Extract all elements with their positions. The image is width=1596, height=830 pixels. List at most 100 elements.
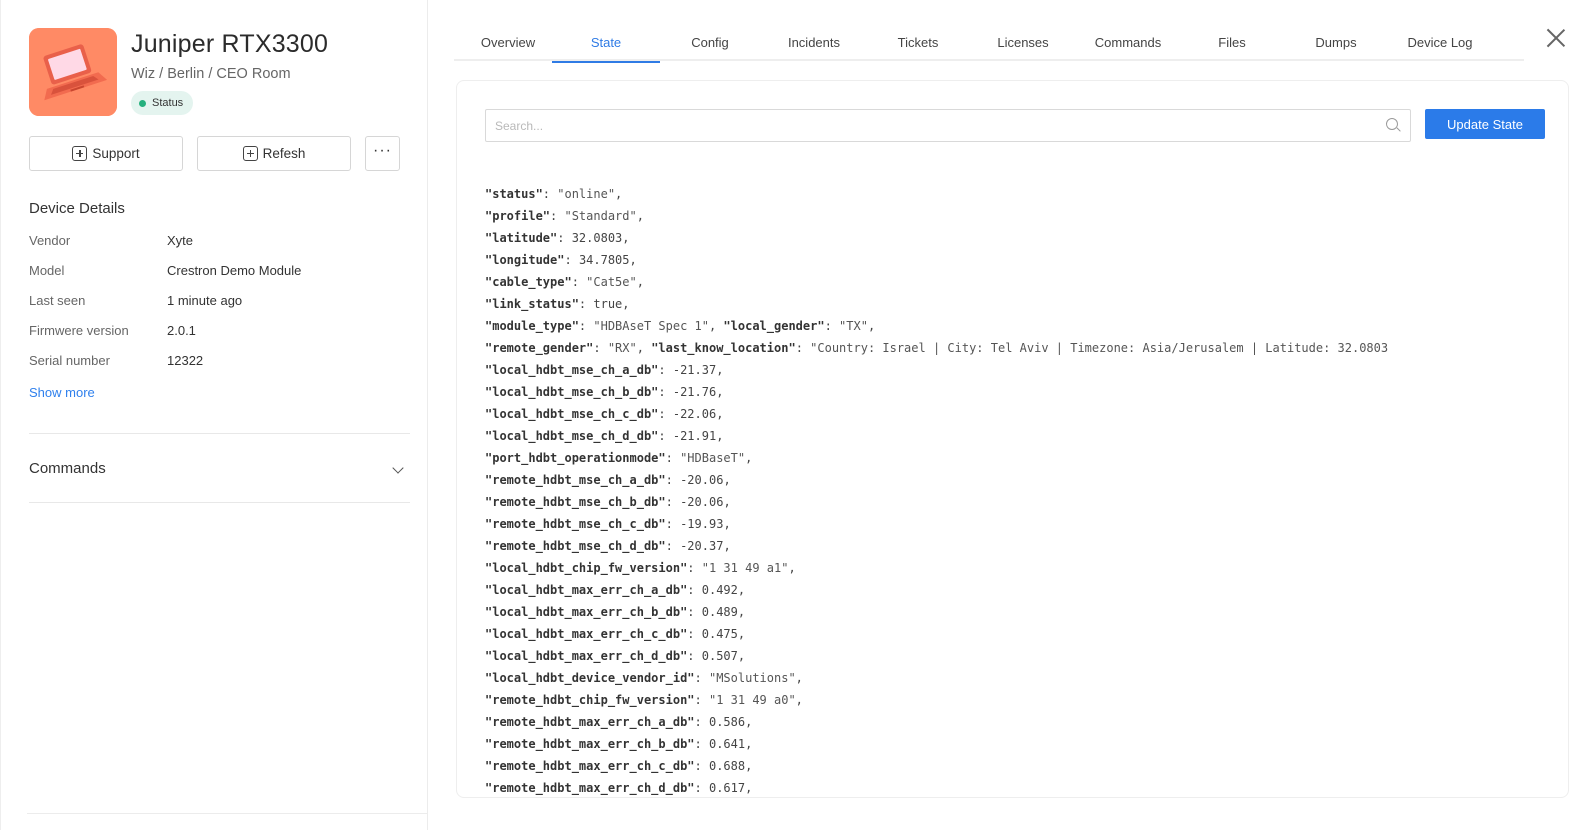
detail-value: 12322 [167, 353, 204, 368]
json-line: "module_type": "HDBAseT Spec 1", "local_… [485, 319, 876, 333]
json-value: "online" [557, 187, 616, 201]
refresh-button-label: Refesh [262, 146, 306, 161]
json-key: "local_hdbt_mse_ch_c_db" [485, 407, 659, 421]
tab-bar: Overview State Config Incidents Tickets Licen… [454, 25, 1524, 63]
json-key: "local_gender" [723, 319, 825, 333]
json-line: "port_hdbt_operationmode": "HDBaseT", [485, 451, 753, 465]
json-key: "longitude" [485, 253, 565, 267]
tab-dumps[interactable]: Dumps [1282, 25, 1390, 61]
search-input[interactable] [486, 110, 1366, 141]
json-value: "HDBAseT Spec 1" [593, 319, 709, 333]
json-value: -21.37 [672, 363, 717, 377]
json-line: "remote_hdbt_chip_fw_version": "1 31 49 … [485, 693, 803, 707]
show-more-link[interactable]: Show more [29, 385, 95, 400]
json-key: "local_hdbt_device_vendor_id" [485, 671, 695, 685]
json-key: "local_hdbt_max_err_ch_a_db" [485, 583, 688, 597]
detail-row: Last seen 1 minute ago [29, 293, 409, 313]
json-key: "remote_hdbt_mse_ch_c_db" [485, 517, 666, 531]
json-key: "link_status" [485, 297, 579, 311]
tab-licenses[interactable]: Licenses [969, 25, 1077, 61]
json-line: "local_hdbt_device_vendor_id": "MSolutio… [485, 671, 803, 685]
json-value: 0.688 [708, 759, 746, 773]
json-value: "1 31 49 a1" [701, 561, 789, 575]
json-key: "local_hdbt_mse_ch_a_db" [485, 363, 659, 377]
tab-config[interactable]: Config [656, 25, 764, 61]
json-value: "Cat5e" [586, 275, 637, 289]
json-value: -20.06 [680, 473, 724, 487]
json-value: "1 31 49 a0" [708, 693, 796, 707]
json-line: "local_hdbt_max_err_ch_a_db": 0.492, [485, 583, 746, 597]
tab-files[interactable]: Files [1178, 25, 1286, 61]
chevron-down-icon[interactable] [392, 462, 404, 474]
json-key: "remote_hdbt_max_err_ch_b_db" [485, 737, 695, 751]
json-line: "latitude": 32.0803, [485, 231, 630, 245]
json-key: "remote_hdbt_mse_ch_d_db" [485, 539, 666, 553]
state-json-viewer: "status": "online", "profile": "Standard"… [485, 183, 1555, 797]
tab-state[interactable]: State [552, 25, 660, 63]
json-line: "remote_hdbt_max_err_ch_b_db": 0.641, [485, 737, 753, 751]
json-key: "status" [485, 187, 543, 201]
json-line: "remote_hdbt_max_err_ch_a_db": 0.586, [485, 715, 753, 729]
detail-row: Serial number 12322 [29, 353, 409, 373]
search-box [485, 109, 1411, 142]
json-key: "module_type" [485, 319, 579, 333]
commands-section-title[interactable]: Commands [29, 460, 106, 477]
divider [27, 813, 427, 814]
detail-row: Vendor Xyte [29, 233, 409, 253]
refresh-button[interactable]: Refesh [197, 136, 351, 171]
status-badge-label: Status [152, 97, 184, 109]
status-dot-icon [139, 99, 146, 107]
support-button[interactable]: Support [29, 136, 183, 171]
json-line: "status": "online", [485, 187, 623, 201]
detail-value: 2.0.1 [167, 323, 196, 338]
json-value: 0.586 [708, 715, 746, 729]
json-value: "RX" [607, 341, 637, 355]
json-key: "local_hdbt_mse_ch_b_db" [485, 385, 659, 399]
json-key: "remote_hdbt_chip_fw_version" [485, 693, 695, 707]
close-icon[interactable] [1546, 28, 1566, 48]
more-actions-button[interactable]: ··· [365, 136, 400, 171]
json-value: "HDBaseT" [680, 451, 746, 465]
json-line: "longitude": 34.7805, [485, 253, 637, 267]
json-key: "last_know_location" [651, 341, 796, 355]
detail-label: Serial number [29, 353, 110, 368]
json-line: "local_hdbt_mse_ch_d_db": -21.91, [485, 429, 724, 443]
json-value: -22.06 [672, 407, 717, 421]
tab-commands[interactable]: Commands [1074, 25, 1182, 61]
json-value: 0.475 [701, 627, 738, 641]
status-badge: Status [131, 91, 194, 115]
json-line: "local_hdbt_max_err_ch_c_db": 0.475, [485, 627, 746, 641]
json-key: "local_hdbt_max_err_ch_d_db" [485, 649, 688, 663]
json-line: "local_hdbt_max_err_ch_b_db": 0.489, [485, 605, 746, 619]
device-location-breadcrumb: Wiz / Berlin / CEO Room [131, 66, 291, 82]
json-line: "local_hdbt_max_err_ch_d_db": 0.507, [485, 649, 746, 663]
json-value: -19.93 [680, 517, 724, 531]
tab-device-log[interactable]: Device Log [1386, 25, 1494, 61]
json-line: "local_hdbt_mse_ch_a_db": -21.37, [485, 363, 724, 377]
divider [29, 502, 410, 503]
json-value: "MSolutions" [708, 671, 796, 685]
json-line: "link_status": true, [485, 297, 630, 311]
tab-overview[interactable]: Overview [454, 25, 562, 61]
tab-tickets[interactable]: Tickets [864, 25, 972, 61]
tab-incidents[interactable]: Incidents [760, 25, 868, 61]
json-key: "remote_hdbt_max_err_ch_d_db" [485, 781, 695, 795]
device-thumbnail [29, 28, 117, 116]
json-value: "Standard" [564, 209, 637, 223]
json-key: "port_hdbt_operationmode" [485, 451, 666, 465]
detail-label: Vendor [29, 233, 71, 248]
update-state-button[interactable]: Update State [1425, 109, 1545, 139]
search-icon[interactable] [1386, 118, 1398, 130]
json-key: "local_hdbt_max_err_ch_b_db" [485, 605, 688, 619]
json-value: 0.641 [708, 737, 746, 751]
json-line: "local_hdbt_mse_ch_c_db": -22.06, [485, 407, 724, 421]
support-button-label: Support [92, 146, 140, 161]
plus-square-icon [72, 146, 88, 161]
state-panel: Update State "status": "online", "profile… [456, 80, 1569, 798]
json-line: "cable_type": "Cat5e", [485, 275, 644, 289]
json-key: "cable_type" [485, 275, 572, 289]
json-value: "Country: Israel | City: Tel Aviv | Time… [810, 341, 1389, 355]
json-value: -20.37 [680, 539, 724, 553]
json-value: 0.492 [701, 583, 738, 597]
json-line: "remote_hdbt_mse_ch_a_db": -20.06, [485, 473, 731, 487]
